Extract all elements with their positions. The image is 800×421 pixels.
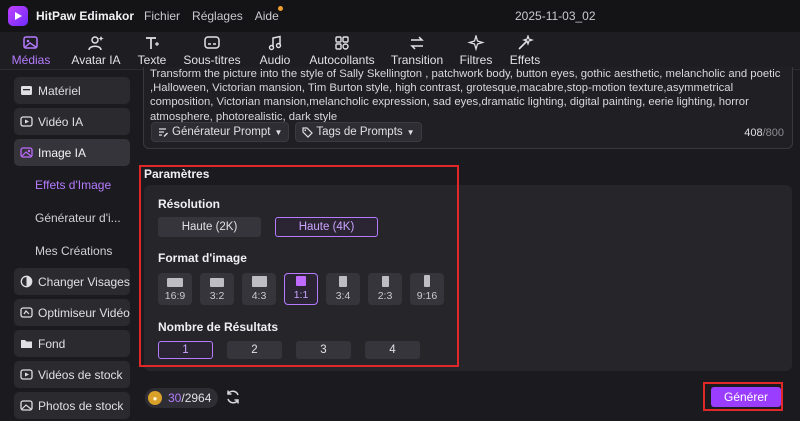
prompt-tools: Générateur Prompt ▼ Tags de Prompts ▼ xyxy=(151,122,428,142)
tab-effets-label: Effets xyxy=(509,53,541,67)
sidebar-item-label: Optimiseur Vidéo xyxy=(38,305,130,320)
list-edit-icon xyxy=(159,127,168,137)
enhancer-icon xyxy=(20,307,33,318)
sidebar: Matériel Vidéo IA Image IA Effets d'Imag… xyxy=(0,71,137,421)
sidebar-item-optimiseur-video[interactable]: Optimiseur Vidéo xyxy=(14,299,130,326)
tab-texte[interactable]: Texte xyxy=(130,32,174,70)
sidebar-item-label: Fond xyxy=(38,336,66,351)
tab-avatar-ia-label: Avatar IA xyxy=(71,53,121,67)
music-note-icon xyxy=(268,35,282,51)
sidebar-item-materiel[interactable]: Matériel xyxy=(14,77,130,104)
char-counter: 408/800 xyxy=(744,127,784,139)
sidebar-sub-mes-creations[interactable]: Mes Créations xyxy=(35,244,112,258)
transition-arrows-icon xyxy=(410,36,424,50)
tab-autocollants[interactable]: Autocollants xyxy=(300,32,384,70)
tab-medias-label: Médias xyxy=(11,53,51,67)
sidebar-item-videos-stock[interactable]: Vidéos de stock xyxy=(14,361,130,388)
credits-total: /2964 xyxy=(181,391,212,405)
tab-sous-titres[interactable]: Sous-titres xyxy=(174,32,250,70)
credits-used: 30 xyxy=(168,391,182,405)
app-logo-icon xyxy=(8,6,28,26)
face-swap-icon xyxy=(20,275,33,288)
tab-transition[interactable]: Transition xyxy=(384,32,450,70)
tab-sous-titres-label: Sous-titres xyxy=(183,53,241,67)
tab-avatar-ia[interactable]: Avatar IA xyxy=(62,32,130,70)
stock-photo-icon xyxy=(20,400,33,411)
avatar-icon xyxy=(88,36,104,51)
tab-medias[interactable]: Médias xyxy=(0,32,62,70)
notification-dot xyxy=(277,6,283,11)
sidebar-item-label: Vidéo IA xyxy=(38,114,84,129)
sidebar-item-video-ia[interactable]: Vidéo IA xyxy=(14,108,130,135)
prompt-generator-button[interactable]: Générateur Prompt ▼ xyxy=(151,122,290,142)
app-name: HitPaw Edimakor xyxy=(36,9,135,23)
prompt-generator-label: Générateur Prompt xyxy=(172,126,271,138)
text-icon xyxy=(146,37,159,49)
prompt-textarea[interactable]: Transform the picture into the style of … xyxy=(143,67,793,149)
caret-down-icon: ▼ xyxy=(406,127,415,137)
menu-fichier[interactable]: Fichier xyxy=(144,9,180,23)
stock-video-icon xyxy=(20,369,33,380)
tab-filtres-label: Filtres xyxy=(459,53,493,67)
menu-reglages[interactable]: Réglages xyxy=(192,9,243,23)
credits-badge: ● 30/2964 xyxy=(145,388,219,408)
coin-icon: ● xyxy=(148,391,162,405)
menu-aide[interactable]: Aide xyxy=(254,6,283,23)
tab-audio[interactable]: Audio xyxy=(250,32,300,70)
char-count-max: /800 xyxy=(762,127,784,139)
sidebar-item-fond[interactable]: Fond xyxy=(14,330,130,357)
sticker-icon xyxy=(335,36,349,50)
sidebar-item-label: Vidéos de stock xyxy=(38,367,123,382)
filter-sparkle-icon xyxy=(467,35,485,51)
image-ai-icon xyxy=(20,147,33,158)
subtitles-icon xyxy=(204,36,220,49)
tab-effets[interactable]: Effets xyxy=(502,32,548,70)
box-icon xyxy=(21,86,32,95)
sidebar-item-label: Photos de stock xyxy=(38,398,124,413)
video-ai-icon xyxy=(20,116,33,127)
menu-bar: Fichier Réglages Aide xyxy=(144,6,291,23)
sidebar-item-label: Matériel xyxy=(38,83,81,98)
caret-down-icon: ▼ xyxy=(274,127,283,137)
main-toolbar: Médias Avatar IA Texte Sous-titres Audio… xyxy=(0,32,800,70)
sidebar-item-label: Image IA xyxy=(38,145,87,160)
sidebar-item-image-ia[interactable]: Image IA xyxy=(14,139,130,166)
tab-texte-label: Texte xyxy=(137,53,167,67)
tab-audio-label: Audio xyxy=(259,53,291,67)
sidebar-sub-effets-image[interactable]: Effets d'Image xyxy=(35,178,111,192)
effects-wand-icon xyxy=(518,35,534,50)
highlight-generate-box xyxy=(703,382,783,411)
tab-transition-label: Transition xyxy=(390,53,444,67)
media-icon xyxy=(23,36,38,49)
project-name: 2025-11-03_02 xyxy=(515,9,596,23)
menu-aide-label: Aide xyxy=(254,9,279,23)
sidebar-item-photos-stock[interactable]: Photos de stock xyxy=(14,392,130,419)
highlight-params-box xyxy=(139,165,459,367)
prompt-tags-button[interactable]: Tags de Prompts ▼ xyxy=(295,122,422,142)
prompt-text[interactable]: Transform the picture into the style of … xyxy=(150,67,790,124)
tab-autocollants-label: Autocollants xyxy=(309,53,375,67)
prompt-tags-label: Tags de Prompts xyxy=(316,126,403,138)
title-bar: HitPaw Edimakor Fichier Réglages Aide 20… xyxy=(0,0,800,32)
sidebar-item-label: Changer Visages xyxy=(38,274,130,289)
tab-filtres[interactable]: Filtres xyxy=(450,32,502,70)
tag-icon xyxy=(302,126,314,138)
char-count-value: 408 xyxy=(744,127,763,139)
folder-icon xyxy=(21,340,32,348)
sidebar-sub-generateur-image[interactable]: Générateur d'i... xyxy=(35,211,121,225)
sidebar-item-changer-visages[interactable]: Changer Visages xyxy=(14,268,130,295)
refresh-icon[interactable] xyxy=(225,389,241,405)
